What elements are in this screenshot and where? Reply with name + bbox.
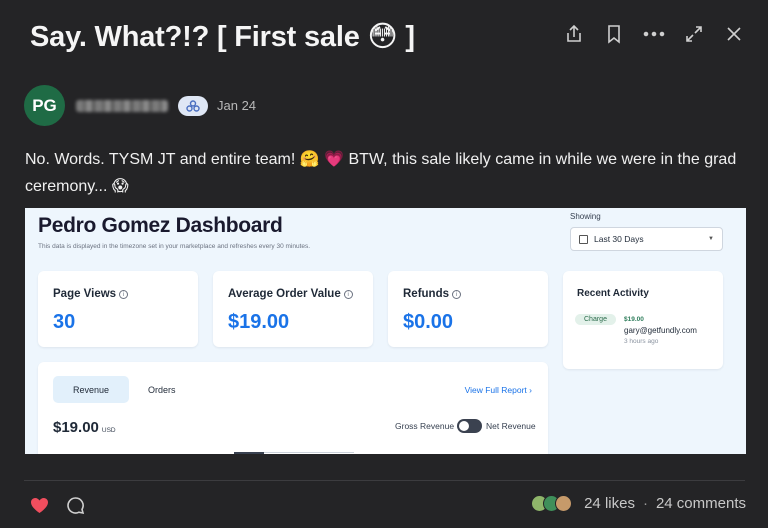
comment-icon[interactable] (66, 496, 85, 515)
dashboard-title: Pedro Gomez Dashboard (38, 214, 283, 237)
dashboard-subtitle: This data is displayed in the timezone s… (38, 243, 311, 250)
calendar-icon (579, 234, 588, 244)
metric-card-average-order-value: Average Order Value i $19.00 (213, 271, 373, 347)
like-heart-icon[interactable] (30, 497, 49, 514)
expand-icon[interactable] (674, 22, 714, 46)
recent-activity-title: Recent Activity (577, 288, 649, 299)
date-range-value: Last 30 Days (594, 234, 644, 244)
date-range-select: Last 30 Days ▼ (570, 227, 723, 251)
activity-time: 3 hours ago (624, 338, 659, 345)
metric-value: $19.00 (228, 311, 290, 333)
activity-email: gary@getfundly.com (624, 326, 697, 335)
showing-label: Showing (570, 212, 601, 221)
post-date: Jan 24 (217, 98, 257, 113)
revenue-toggle (457, 419, 482, 433)
divider (24, 480, 745, 481)
post-toolbar (554, 22, 754, 46)
tab-revenue: Revenue (53, 376, 129, 403)
metric-label: Average Order Value (228, 288, 341, 300)
reactor-avatars[interactable] (531, 495, 573, 512)
tab-orders: Orders (148, 385, 176, 395)
author-row: PG Jan 24 (24, 85, 256, 126)
reaction-actions (30, 496, 85, 515)
post-body: No. Words. TYSM JT and entire team! 🤗 💗 … (25, 151, 737, 195)
metric-card-refunds: Refunds i $0.00 (388, 271, 548, 347)
view-full-report-link: View Full Report › (464, 385, 532, 395)
info-icon: i (452, 290, 461, 299)
metric-value: 30 (53, 311, 76, 333)
metric-card-page-views: Page Views i 30 (38, 271, 198, 347)
author-name-blurred[interactable] (76, 99, 168, 112)
info-icon: i (343, 290, 353, 299)
post-title: Say. What?!? [ First sale 😳 ] (30, 21, 415, 53)
revenue-amount: $19.00 (53, 419, 99, 436)
more-icon[interactable] (634, 22, 674, 46)
recent-activity-card: Recent Activity Charge $19.00 gary@getfu… (563, 271, 723, 369)
net-revenue-label: Net Revenue (486, 421, 536, 431)
separator: · (642, 495, 648, 512)
dashboard-screenshot: Pedro Gomez Dashboard This data is displ… (25, 208, 746, 454)
metric-label: Refunds (403, 288, 449, 300)
currency-label: USD (101, 427, 116, 434)
comments-count[interactable]: 24 comments (656, 495, 746, 512)
bookmark-icon[interactable] (594, 22, 634, 46)
gross-revenue-label: Gross Revenue (395, 421, 455, 431)
avatar (555, 495, 573, 512)
activity-amount: $19.00 (624, 316, 644, 323)
chevron-down-icon: ▼ (708, 236, 714, 242)
metric-label: Page Views (53, 288, 117, 300)
info-icon: i (119, 290, 129, 299)
revenue-card: Revenue Orders View Full Report › $19.00… (38, 362, 548, 454)
engagement-summary: 24 likes · 24 comments (531, 495, 746, 512)
chart-tab-indicator (234, 452, 354, 454)
close-icon[interactable] (714, 22, 754, 46)
status-badge: Charge (575, 314, 616, 325)
metric-value: $0.00 (403, 311, 454, 333)
share-icon[interactable] (554, 22, 594, 46)
member-badge-icon (178, 95, 208, 116)
avatar[interactable]: PG (24, 85, 65, 126)
likes-count[interactable]: 24 likes (584, 495, 635, 512)
